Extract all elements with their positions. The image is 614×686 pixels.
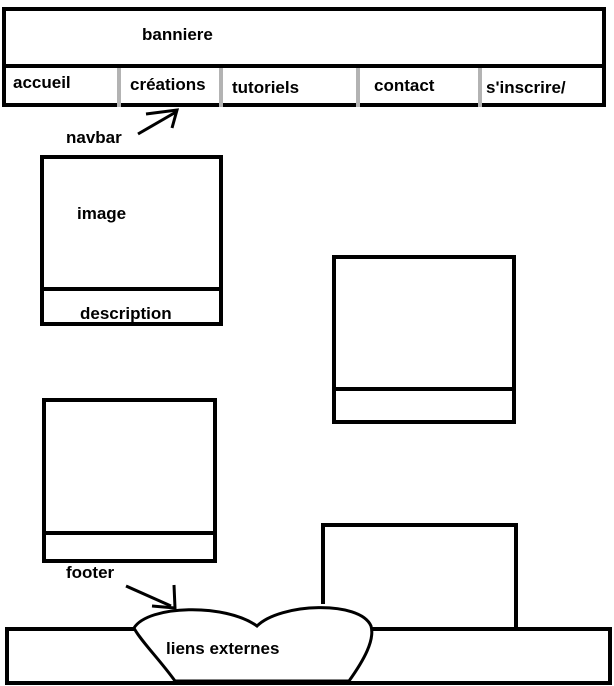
nav-item-sinscrire[interactable]: s'inscrire/ bbox=[486, 79, 566, 96]
nav-item-creations[interactable]: créations bbox=[130, 76, 206, 93]
nav-item-accueil[interactable]: accueil bbox=[13, 74, 71, 91]
card-description-label: description bbox=[80, 304, 172, 323]
card-3-frame bbox=[42, 398, 217, 563]
navbar-callout-label: navbar bbox=[66, 128, 122, 147]
card-image-label: image bbox=[77, 204, 127, 223]
footer-arrow bbox=[125, 584, 172, 608]
external-links-label[interactable]: liens externes bbox=[166, 640, 279, 657]
footer-arrow-head bbox=[151, 584, 177, 610]
card-1-frame bbox=[40, 155, 223, 326]
nav-item-contact[interactable]: contact bbox=[374, 77, 434, 94]
footer-callout-label: footer bbox=[66, 563, 115, 582]
navbar-arrow bbox=[137, 110, 177, 136]
banner-label: banniere bbox=[142, 25, 213, 44]
card-2-frame bbox=[332, 255, 516, 424]
nav-item-tutoriels[interactable]: tutoriels bbox=[232, 79, 299, 96]
card-4-frame bbox=[321, 523, 518, 612]
wireframe-drawing bbox=[2, 7, 612, 685]
